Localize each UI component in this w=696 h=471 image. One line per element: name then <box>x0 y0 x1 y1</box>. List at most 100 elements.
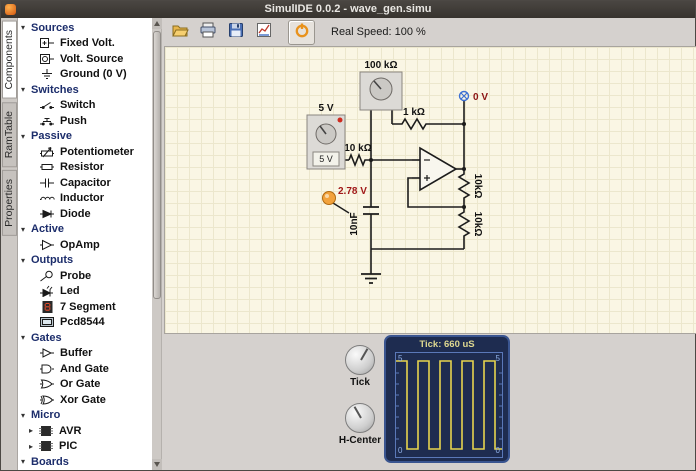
tree-item-and-gate[interactable]: And Gate <box>18 361 152 377</box>
resistor-10k-input[interactable]: 10 kΩ <box>344 143 371 165</box>
tree-item-buffer[interactable]: Buffer <box>18 346 152 362</box>
item-label: Or Gate <box>60 378 100 390</box>
resistor-value-label: 10kΩ <box>472 212 483 237</box>
source-label: 5 V <box>318 103 333 114</box>
item-label: Diode <box>60 208 91 220</box>
probe-top-value-label: 0 V <box>473 92 488 103</box>
real-speed-label: Real Speed: 100 % <box>331 26 426 38</box>
probe-value-label: 2.78 V <box>338 186 367 197</box>
resistor-10k-divider-bottom[interactable]: 10kΩ <box>459 207 483 249</box>
tree-item-pic[interactable]: ▸PIC <box>18 439 152 455</box>
led-icon <box>39 285 56 297</box>
tree-item-probe[interactable]: Probe <box>18 268 152 284</box>
circuit-canvas[interactable]: 10 kΩ 1 kΩ 10kΩ 10kΩ 10nF <box>164 46 696 334</box>
opamp-component[interactable] <box>420 148 456 190</box>
fixed-volt-icon <box>39 37 56 49</box>
scale-bottom-right: 0 <box>496 447 500 455</box>
ground-component[interactable] <box>361 274 381 283</box>
tree-item-pcd8544[interactable]: Pcd8544 <box>18 315 152 331</box>
scroll-up-button[interactable] <box>152 18 162 29</box>
tree-category-active[interactable]: ▾Active <box>18 222 152 238</box>
voltage-probe-main[interactable]: 2.78 V <box>323 186 368 213</box>
h-center-knob[interactable] <box>345 403 375 433</box>
tree-item-opamp[interactable]: OpAmp <box>18 237 152 253</box>
tree-item-xor-gate[interactable]: Xor Gate <box>18 392 152 408</box>
tick-knob-label: Tick <box>330 377 390 388</box>
expand-arrow-icon[interactable]: ▸ <box>29 426 38 435</box>
tree-category-gates[interactable]: ▾Gates <box>18 330 152 346</box>
window-title: SimulIDE 0.0.2 - wave_gen.simu <box>265 3 432 15</box>
collapse-arrow-icon: ▾ <box>21 333 31 342</box>
category-label: Switches <box>31 84 79 96</box>
switch-icon <box>39 99 56 111</box>
tree-item-or-gate[interactable]: Or Gate <box>18 377 152 393</box>
tree-item-avr[interactable]: ▸AVR <box>18 423 152 439</box>
tree-category-micro[interactable]: ▾Micro <box>18 408 152 424</box>
resistor-1k-feedback[interactable]: 1 kΩ <box>392 107 464 129</box>
item-label: Push <box>60 115 87 127</box>
tree-item-ground-0-v[interactable]: Ground (0 V) <box>18 67 152 83</box>
print-button[interactable] <box>196 20 220 44</box>
printer-icon <box>199 21 217 44</box>
tree-category-sources[interactable]: ▾Sources <box>18 20 152 36</box>
plotter-button[interactable] <box>252 20 276 44</box>
scale-top-right: 5 <box>496 355 500 363</box>
source-power-led <box>338 118 343 123</box>
tree-category-switches[interactable]: ▾Switches <box>18 82 152 98</box>
item-label: Ground (0 V) <box>60 68 127 80</box>
collapse-arrow-icon: ▾ <box>21 132 31 141</box>
item-label: Capacitor <box>60 177 111 189</box>
power-icon <box>293 21 311 44</box>
source-value-display: 5 V <box>319 154 333 164</box>
tree-item-switch[interactable]: Switch <box>18 98 152 114</box>
buffer-icon <box>39 347 56 359</box>
voltage-source-component[interactable]: 5 V 5 V <box>307 103 345 169</box>
side-tab-components[interactable]: Components <box>2 21 17 99</box>
chart-icon <box>255 21 273 44</box>
save-button[interactable] <box>224 20 248 44</box>
tree-item-fixed-volt[interactable]: Fixed Volt. <box>18 36 152 52</box>
pot-value-label: 100 kΩ <box>364 60 397 71</box>
resistor-10k-divider-top[interactable]: 10kΩ <box>459 169 483 207</box>
item-label: And Gate <box>60 363 109 375</box>
tree-item-volt-source[interactable]: Volt. Source <box>18 51 152 67</box>
side-tab-properties[interactable]: Properties <box>2 170 17 236</box>
tree-item-capacitor[interactable]: Capacitor <box>18 175 152 191</box>
scroll-down-button[interactable] <box>152 459 162 470</box>
tick-knob[interactable] <box>345 345 375 375</box>
tree-category-outputs[interactable]: ▾Outputs <box>18 253 152 269</box>
power-button[interactable] <box>288 20 315 45</box>
app-window: SimulIDE 0.0.2 - wave_gen.simu Component… <box>0 0 696 471</box>
tree-item-potentiometer[interactable]: Potentiometer <box>18 144 152 160</box>
titlebar[interactable]: SimulIDE 0.0.2 - wave_gen.simu <box>1 1 695 18</box>
item-label: OpAmp <box>60 239 100 251</box>
tree-item-7-segment[interactable]: 7 Segment <box>18 299 152 315</box>
item-label: Resistor <box>60 161 104 173</box>
capacitor-value-label: 10nF <box>349 212 360 235</box>
item-label: Buffer <box>60 347 92 359</box>
tree-category-boards[interactable]: ▾Boards <box>18 454 152 470</box>
tree-item-led[interactable]: Led <box>18 284 152 300</box>
expand-arrow-icon[interactable]: ▸ <box>29 442 38 451</box>
scale-top-left: 5 <box>398 355 402 363</box>
collapse-arrow-icon: ▾ <box>21 23 31 32</box>
capacitor-component[interactable]: 10nF <box>349 207 379 236</box>
scrollbar-thumb[interactable] <box>153 31 161 299</box>
folder-icon <box>171 21 189 44</box>
toolbar: Real Speed: 100 % <box>162 18 695 46</box>
tree-item-diode[interactable]: Diode <box>18 206 152 222</box>
side-tab-ramtable[interactable]: RamTable <box>2 102 17 167</box>
open-circuit-button[interactable] <box>168 20 192 44</box>
tree-item-push[interactable]: Push <box>18 113 152 129</box>
tree-item-inductor[interactable]: Inductor <box>18 191 152 207</box>
sidebar-scrollbar[interactable] <box>152 18 162 470</box>
category-label: Micro <box>31 409 60 421</box>
potentiometer-component[interactable]: 100 kΩ <box>360 60 402 110</box>
collapse-arrow-icon: ▾ <box>21 457 31 466</box>
tree-item-resistor[interactable]: Resistor <box>18 160 152 176</box>
or-gate-icon <box>39 378 56 390</box>
tree-category-passive[interactable]: ▾Passive <box>18 129 152 145</box>
category-label: Boards <box>31 456 69 468</box>
inductor-icon <box>39 192 56 204</box>
oscilloscope-display: 5 0 5 0 <box>395 352 503 458</box>
